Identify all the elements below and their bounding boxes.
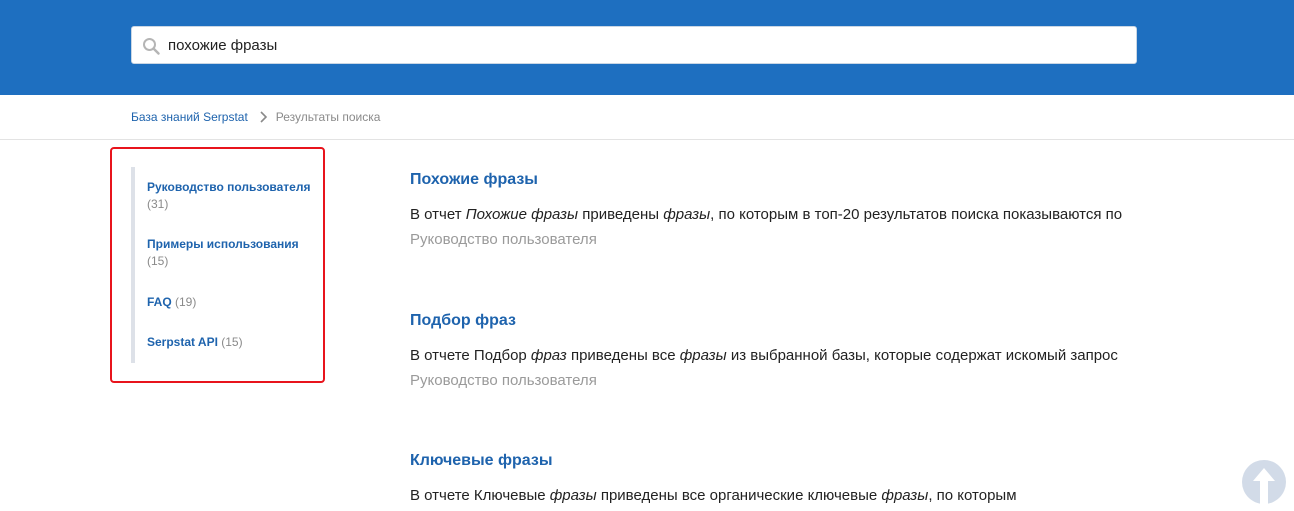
snippet-text: приведены все bbox=[566, 347, 680, 364]
snippet-text: из выбранной базы, которые содержат иско… bbox=[726, 347, 1118, 364]
sidebar-item-label: FAQ bbox=[147, 295, 172, 309]
result-snippet: В отчете Подбор фраз приведены все фразы… bbox=[410, 343, 1130, 368]
sidebar-item-label: Руководство пользователя bbox=[147, 180, 311, 194]
sidebar-item-user-guide[interactable]: Руководство пользователя (31) bbox=[147, 179, 312, 213]
header-bar bbox=[0, 0, 1294, 95]
result-title-link[interactable]: Подбор фраз bbox=[410, 310, 516, 332]
result-title-link[interactable]: Похожие фразы bbox=[410, 169, 538, 191]
search-input[interactable] bbox=[168, 27, 1128, 63]
search-result: Подбор фраз В отчете Подбор фраз приведе… bbox=[410, 310, 1150, 393]
search-icon bbox=[143, 38, 160, 55]
category-sidebar: Руководство пользователя (31) Примеры ис… bbox=[131, 167, 311, 363]
sidebar-item-count: (15) bbox=[221, 335, 243, 349]
sidebar-item-faq[interactable]: FAQ (19) bbox=[147, 294, 312, 311]
result-title-link[interactable]: Ключевые фразы bbox=[410, 450, 553, 472]
snippet-highlight: Похожие фразы bbox=[465, 206, 579, 223]
snippet-text: приведены bbox=[578, 206, 664, 223]
breadcrumb-current: Результаты поиска bbox=[275, 110, 381, 124]
snippet-text: , по которым в топ-20 результатов поиска… bbox=[710, 206, 1123, 223]
result-snippet: В отчет Похожие фразы приведены фразы, п… bbox=[410, 202, 1130, 227]
arrow-up-icon bbox=[1253, 468, 1275, 504]
result-category: Руководство пользователя bbox=[410, 231, 597, 248]
breadcrumb-bar: База знаний Serpstat Результаты поиска bbox=[0, 95, 1294, 140]
sidebar-item-count: (19) bbox=[175, 295, 197, 309]
snippet-text: приведены все органические ключевые bbox=[596, 487, 882, 504]
snippet-highlight: фразы bbox=[549, 487, 597, 504]
snippet-text: В отчете Ключевые bbox=[410, 487, 550, 504]
search-box[interactable] bbox=[131, 26, 1137, 64]
breadcrumb-home-link[interactable]: База знаний Serpstat bbox=[131, 110, 248, 124]
search-result: Ключевые фразы В отчете Ключевые фразы п… bbox=[410, 450, 1150, 508]
search-result: Похожие фразы В отчет Похожие фразы прив… bbox=[410, 169, 1150, 252]
sidebar-item-api[interactable]: Serpstat API (15) bbox=[147, 334, 312, 351]
scroll-to-top-button[interactable] bbox=[1242, 460, 1286, 504]
snippet-text: В отчет bbox=[410, 206, 466, 223]
snippet-text: , по которым bbox=[928, 487, 1017, 504]
snippet-text: В отчете Подбор bbox=[410, 347, 531, 364]
chevron-right-icon bbox=[260, 111, 267, 123]
sidebar-item-use-cases[interactable]: Примеры использования (15) bbox=[147, 236, 312, 270]
sidebar-item-count: (31) bbox=[147, 197, 169, 211]
snippet-highlight: фразы bbox=[881, 487, 929, 504]
breadcrumb: База знаний Serpstat Результаты поиска bbox=[131, 110, 380, 124]
sidebar-item-count: (15) bbox=[147, 254, 169, 268]
result-snippet: В отчете Ключевые фразы приведены все ор… bbox=[410, 483, 1130, 508]
sidebar-item-label: Serpstat API bbox=[147, 335, 218, 349]
snippet-highlight: фраз bbox=[530, 347, 567, 364]
result-category: Руководство пользователя bbox=[410, 372, 597, 389]
sidebar-item-label: Примеры использования bbox=[147, 237, 299, 251]
snippet-highlight: фразы bbox=[663, 206, 711, 223]
snippet-highlight: фразы bbox=[679, 347, 727, 364]
